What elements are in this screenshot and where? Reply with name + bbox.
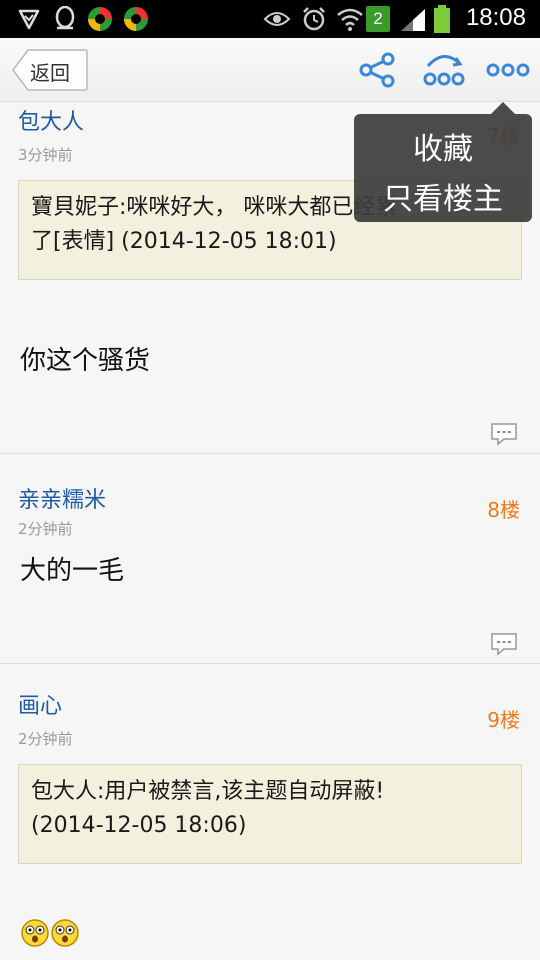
more-options-icon[interactable] [422,52,466,92]
back-button-label: 返回 [30,61,70,85]
status-bar: 2 18:08 [0,0,540,38]
quote-line: (2014-12-05 18:06) [31,813,247,838]
emoji-icon [50,918,80,952]
sim-badge: 2 [366,6,390,32]
quote-line: 包大人:用户被禁言,该主题自动屏蔽! [31,779,385,804]
clock: 18:08 [465,4,526,31]
signal-icon [398,6,428,32]
post-time: 2分钟前 [18,730,73,748]
battery-icon [432,5,452,33]
overflow-icon[interactable] [486,60,530,84]
post-username[interactable]: 亲亲糯米 [18,482,106,514]
thread-content: 包大人 7楼 3分钟前 寶貝妮子:咪咪好大， 咪咪大都已经累 了[表情] (20… [0,102,540,960]
share-icon[interactable] [358,52,396,92]
check-shield-icon [16,6,42,32]
popup-menu: 收藏 只看楼主 [354,114,532,222]
app-icon [122,6,150,32]
reply-icon[interactable] [490,632,518,660]
floor-number: 9楼 [487,708,520,732]
back-button[interactable]: 返回 [12,49,88,91]
quote-box: 包大人:用户被禁言,该主题自动屏蔽! (2014-12-05 18:06) [18,764,522,864]
action-bar: 返回 [0,38,540,102]
alarm-icon [300,6,328,32]
emoji-icon [20,918,50,952]
popup-arrow [491,102,515,114]
menu-item-favorite[interactable]: 收藏 [354,124,532,168]
post-body: 大的一毛 [20,556,125,586]
floor-number: 8楼 [487,498,520,522]
post-time: 2分钟前 [18,520,73,538]
post-username[interactable]: 画心 [18,688,62,720]
menu-item-only-op[interactable]: 只看楼主 [354,174,532,218]
quote-line: 了[表情] (2014-12-05 18:01) [31,229,337,254]
eye-icon [262,6,292,32]
wifi-icon [336,6,364,32]
post-item: 亲亲糯米 8楼 2分钟前 大的一毛 [0,454,540,664]
post-username[interactable]: 包大人 [18,104,84,136]
qq-icon [52,6,78,32]
app-icon [86,6,114,32]
post-body: 你这个骚货 [20,346,151,376]
post-item: 画心 9楼 2分钟前 包大人:用户被禁言,该主题自动屏蔽! (2014-12-0… [0,664,540,960]
reply-icon[interactable] [490,422,518,450]
post-time: 3分钟前 [18,146,73,164]
